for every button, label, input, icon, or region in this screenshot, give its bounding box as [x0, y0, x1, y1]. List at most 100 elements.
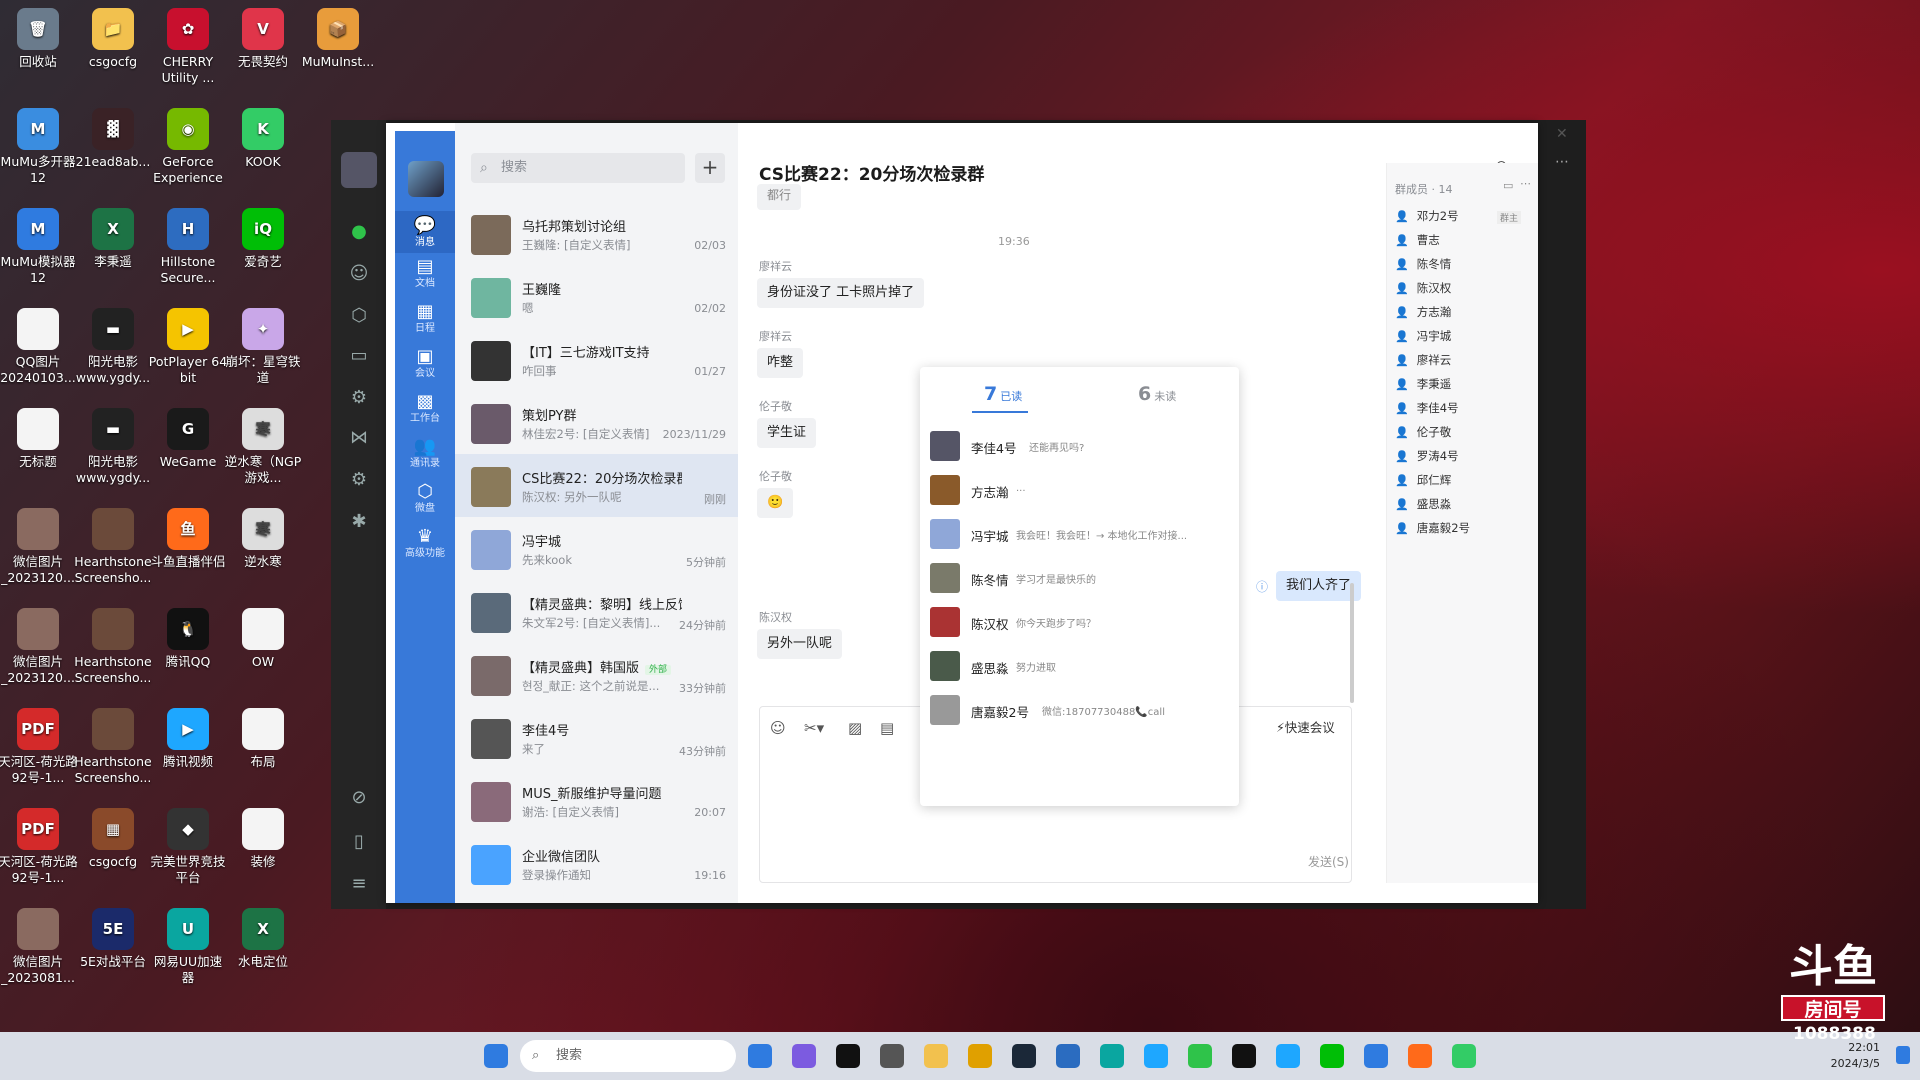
desktop-icon[interactable]: QQ图片20240103... — [0, 308, 78, 386]
conversation-item[interactable]: 乌托邦策划讨论组 王巍隆: [自定义表情] 02/03 — [455, 202, 738, 265]
reader-item[interactable]: 方志瀚... — [930, 471, 1230, 507]
nav-item[interactable]: ⬡ 微盘 — [395, 481, 455, 515]
desktop-icon[interactable]: ▬ 阳光电影www.ygdy... — [73, 408, 153, 486]
member-item[interactable]: 👤 李佳4号 — [1395, 400, 1459, 416]
box-icon[interactable]: ⬡ — [347, 304, 371, 328]
more-icon[interactable]: ⋯ — [1555, 154, 1569, 170]
collapse-icon[interactable]: ▭ — [1503, 179, 1513, 192]
member-item[interactable]: 👤 廖祥云 — [1395, 352, 1451, 368]
member-item[interactable]: 👤 罗涛4号 — [1395, 448, 1459, 464]
member-item[interactable]: 👤 唐嘉毅2号 — [1395, 520, 1470, 536]
reader-item[interactable]: 唐嘉毅2号 微信:18707730488📞call — [930, 691, 1230, 727]
nav-item[interactable]: 💬 消息 — [395, 211, 455, 253]
desktop-icon[interactable]: 5E 5E对战平台 — [73, 908, 153, 970]
link-icon[interactable]: ⊘ — [347, 786, 371, 810]
taskbar-app-icon[interactable] — [968, 1044, 992, 1068]
reader-item[interactable]: 陈冬情 学习才是最快乐的 — [930, 559, 1230, 595]
desktop-icon[interactable]: 🐧 腾讯QQ — [148, 608, 228, 670]
conversation-item[interactable]: 【精灵盛典：黎明】线上反馈群... 朱文军2号: [自定义表情]... 24分钟前 — [455, 580, 738, 643]
taskbar-app-icon[interactable] — [748, 1044, 772, 1068]
desktop-icon[interactable]: ✿ CHERRY Utility ... — [148, 8, 228, 86]
desktop-icon[interactable]: ▦ csgocfg — [73, 808, 153, 870]
conversation-item[interactable]: 【精灵盛典】韩国版 外部 현정_献正: 这个之前说是... 33分钟前 — [455, 643, 738, 706]
image-icon[interactable]: ▨ — [848, 719, 862, 737]
member-item[interactable]: 👤 伦子敬 — [1395, 424, 1451, 440]
taskbar-app-icon[interactable] — [1276, 1044, 1300, 1068]
reader-item[interactable]: 盛思淼 努力进取 — [930, 647, 1230, 683]
desktop-icon[interactable]: V 无畏契约 — [223, 8, 303, 70]
reader-item[interactable]: 冯宇城 我会旺！我会旺！→ 本地化工作对接... — [930, 515, 1230, 551]
member-item[interactable]: 👤 盛思淼 — [1395, 496, 1451, 512]
desktop-icon[interactable]: 无标题 — [0, 408, 78, 470]
conversation-item[interactable]: 企业微信团队 登录操作通知 19:16 — [455, 832, 738, 895]
read-tab[interactable]: 7 已读 — [984, 383, 1022, 405]
close-icon[interactable]: ✕ — [1556, 126, 1568, 142]
desktop-icon[interactable]: Hearthstone Screensho... — [73, 508, 153, 586]
desktop-icon[interactable]: U 网易UU加速器 — [148, 908, 228, 986]
nav-item[interactable]: ▦ 日程 — [395, 301, 455, 335]
taskbar-app-icon[interactable] — [880, 1044, 904, 1068]
member-item[interactable]: 👤 邱仁辉 — [1395, 472, 1451, 488]
member-item[interactable]: 👤 方志瀚 — [1395, 304, 1451, 320]
taskbar-app-icon[interactable] — [1012, 1044, 1036, 1068]
desktop-icon[interactable]: M MuMu模拟器12 — [0, 208, 78, 286]
conversation-item[interactable]: MUS_新服维护导量问题 谢浩: [自定义表情] 20:07 — [455, 769, 738, 832]
gear-icon[interactable]: ⚙ — [347, 468, 371, 492]
desktop-icon[interactable]: 微信图片_2023120... — [0, 608, 78, 686]
settings-icon[interactable]: ⚙ — [347, 386, 371, 410]
send-button[interactable]: 发送(S) — [1308, 853, 1349, 870]
file-icon[interactable]: ▤ — [880, 719, 894, 737]
taskbar-app-icon[interactable] — [836, 1044, 860, 1068]
scissors-icon[interactable]: ✂▾ — [804, 719, 824, 737]
contacts-icon[interactable]: ☺ — [347, 262, 371, 286]
desktop-icon[interactable]: X 水电定位 — [223, 908, 303, 970]
sparkle-icon[interactable]: ✱ — [347, 510, 371, 534]
notification-icon[interactable] — [1896, 1046, 1910, 1064]
member-more-icon[interactable]: ⋯ — [1520, 177, 1531, 190]
conversation-item[interactable]: 李佳4号 来了 43分钟前 — [455, 706, 738, 769]
conversation-item[interactable]: 王巍隆嗯 02/02 — [455, 265, 738, 328]
nav-item[interactable]: 👥 通讯录 — [395, 436, 455, 470]
desktop-icon[interactable]: ▶ 腾讯视频 — [148, 708, 228, 770]
member-item[interactable]: 👤 邓力2号 — [1395, 208, 1459, 224]
nav-item[interactable]: ▩ 工作台 — [395, 391, 455, 425]
taskbar-app-icon[interactable] — [1144, 1044, 1168, 1068]
unread-tab[interactable]: 6 未读 — [1138, 383, 1176, 405]
desktop-icon[interactable]: 布局 — [223, 708, 303, 770]
desktop-icon[interactable]: OW — [223, 608, 303, 670]
member-item[interactable]: 👤 冯宇城 — [1395, 328, 1451, 344]
mini-program-icon[interactable]: ⋈ — [347, 426, 371, 450]
desktop-icon[interactable]: ◆ 完美世界竞技平台 — [148, 808, 228, 886]
desktop-icon[interactable]: iQ 爱奇艺 — [223, 208, 303, 270]
taskbar-app-icon[interactable] — [1452, 1044, 1476, 1068]
quick-meeting-button[interactable]: ⚡快速会议 — [1276, 717, 1335, 736]
desktop-icon[interactable]: ▶ PotPlayer 64 bit — [148, 308, 228, 386]
taskbar-app-icon[interactable] — [792, 1044, 816, 1068]
member-item[interactable]: 👤 陈冬情 — [1395, 256, 1451, 272]
clock[interactable]: 22:01 2024/3/5 — [1831, 1040, 1880, 1072]
desktop-icon[interactable]: ◉ GeForce Experience — [148, 108, 228, 186]
desktop-icon[interactable]: 装修 — [223, 808, 303, 870]
desktop-icon[interactable]: 微信图片_2023081... — [0, 908, 78, 986]
taskbar-app-icon[interactable] — [924, 1044, 948, 1068]
menu-icon[interactable]: ≡ — [347, 872, 371, 896]
nav-item[interactable]: ▣ 会议 — [395, 346, 455, 380]
taskbar-app-icon[interactable] — [1320, 1044, 1344, 1068]
desktop-icon[interactable]: K KOOK — [223, 108, 303, 170]
taskbar-app-icon[interactable] — [1188, 1044, 1212, 1068]
phone-icon[interactable]: ▯ — [347, 830, 371, 854]
desktop-icon[interactable]: ✦ 崩坏：星穹铁道 — [223, 308, 303, 386]
desktop-icon[interactable]: Hearthstone Screensho... — [73, 608, 153, 686]
desktop-icon[interactable]: M MuMu多开器12 — [0, 108, 78, 186]
desktop-icon[interactable]: 📦 MuMuInst... — [298, 8, 378, 70]
taskbar-app-icon[interactable] — [1056, 1044, 1080, 1068]
desktop-icon[interactable]: ▓ 21ead8ab... — [73, 108, 153, 170]
desktop-icon[interactable]: X 李秉遥 — [73, 208, 153, 270]
scrollbar[interactable] — [1350, 583, 1354, 703]
chat-icon[interactable]: ● — [347, 220, 371, 244]
taskbar-app-icon[interactable] — [1100, 1044, 1124, 1068]
folder-icon[interactable]: ▭ — [347, 344, 371, 368]
nav-item[interactable]: ♛ 高级功能 — [395, 526, 455, 560]
desktop-icon[interactable]: 寒逆水寒 — [223, 508, 303, 570]
start-icon[interactable] — [484, 1044, 508, 1068]
